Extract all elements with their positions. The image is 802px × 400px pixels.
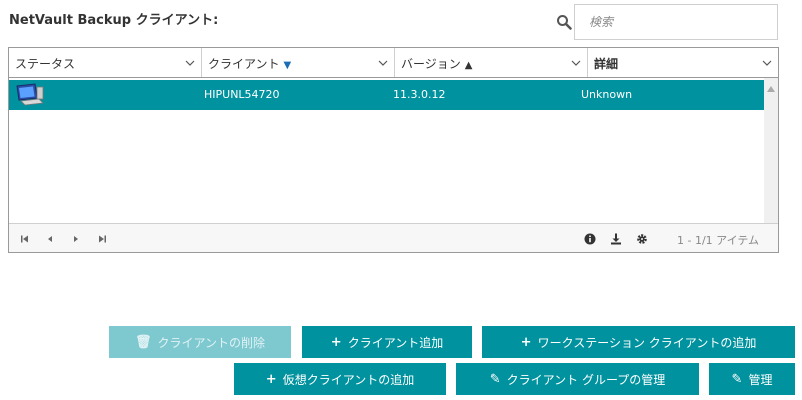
cell-client: HIPUNL54720 [204, 88, 280, 101]
edit-icon: ✎ [731, 371, 743, 387]
manage-label: 管理 [748, 372, 773, 387]
gear-icon[interactable] [636, 233, 648, 245]
add-workstation-client-button[interactable]: + ワークステーション クライアントの追加 [482, 326, 795, 358]
computer-icon [16, 83, 44, 106]
column-header-client[interactable]: クライアント ▼ [202, 48, 395, 77]
next-page-icon[interactable] [71, 234, 81, 244]
add-virtual-client-label: 仮想クライアントの追加 [282, 372, 415, 387]
last-page-icon[interactable] [97, 234, 107, 244]
column-label-client: クライアント [208, 57, 280, 71]
cell-details: Unknown [581, 88, 633, 101]
vertical-scrollbar[interactable] [764, 78, 778, 223]
remove-client-button[interactable]: 🗑 クライアントの削除 [109, 326, 291, 358]
manage-client-groups-button[interactable]: ✎ クライアント グループの管理 [456, 363, 699, 395]
search-icon[interactable] [556, 14, 572, 30]
manage-button[interactable]: ✎ 管理 [709, 363, 795, 395]
grid-header: ステータス クライアント ▼ バージョン ▲ 詳細 [9, 48, 778, 78]
search-input[interactable] [575, 5, 777, 39]
column-header-version[interactable]: バージョン ▲ [395, 48, 588, 77]
pager-items-count: 1 - 1/1 アイテム [677, 234, 760, 247]
plus-icon: + [265, 371, 277, 387]
first-page-icon[interactable] [20, 234, 30, 244]
edit-icon: ✎ [489, 371, 501, 387]
add-client-button[interactable]: + クライアント追加 [302, 326, 472, 358]
chevron-down-icon[interactable] [571, 58, 581, 68]
scroll-up-icon[interactable] [767, 86, 775, 92]
grid-pager: 1 - 1/1 アイテム [9, 223, 778, 252]
grid-body: HIPUNL54720 11.3.0.12 Unknown [9, 78, 778, 223]
sort-asc-icon: ▲ [464, 60, 473, 71]
column-header-status[interactable]: ステータス [9, 48, 202, 77]
download-icon[interactable] [610, 233, 622, 245]
search-box[interactable] [574, 4, 778, 40]
trash-icon: 🗑 [134, 334, 152, 350]
column-label-version: バージョン [401, 57, 461, 71]
page-title: NetVault Backup クライアント: [9, 13, 219, 28]
previous-page-icon[interactable] [45, 234, 55, 244]
clients-grid: ステータス クライアント ▼ バージョン ▲ 詳細 HIPUNL54720 11.3… [8, 47, 779, 253]
column-header-details[interactable]: 詳細 [588, 48, 778, 77]
manage-client-groups-label: クライアント グループの管理 [506, 372, 666, 387]
plus-icon: + [520, 334, 532, 350]
add-virtual-client-button[interactable]: + 仮想クライアントの追加 [234, 363, 446, 395]
remove-client-label: クライアントの削除 [157, 335, 266, 350]
sort-desc-icon: ▼ [283, 60, 292, 71]
chevron-down-icon[interactable] [762, 58, 772, 68]
plus-icon: + [330, 334, 342, 350]
column-label-details: 詳細 [594, 57, 619, 71]
add-client-label: クライアント追加 [347, 335, 444, 350]
info-icon[interactable] [584, 233, 596, 245]
cell-version: 11.3.0.12 [393, 88, 446, 101]
add-workstation-client-label: ワークステーション クライアントの追加 [537, 335, 757, 350]
column-label-status: ステータス [15, 57, 76, 71]
chevron-down-icon[interactable] [185, 58, 195, 68]
table-row[interactable]: HIPUNL54720 11.3.0.12 Unknown [9, 80, 764, 110]
chevron-down-icon[interactable] [378, 58, 388, 68]
